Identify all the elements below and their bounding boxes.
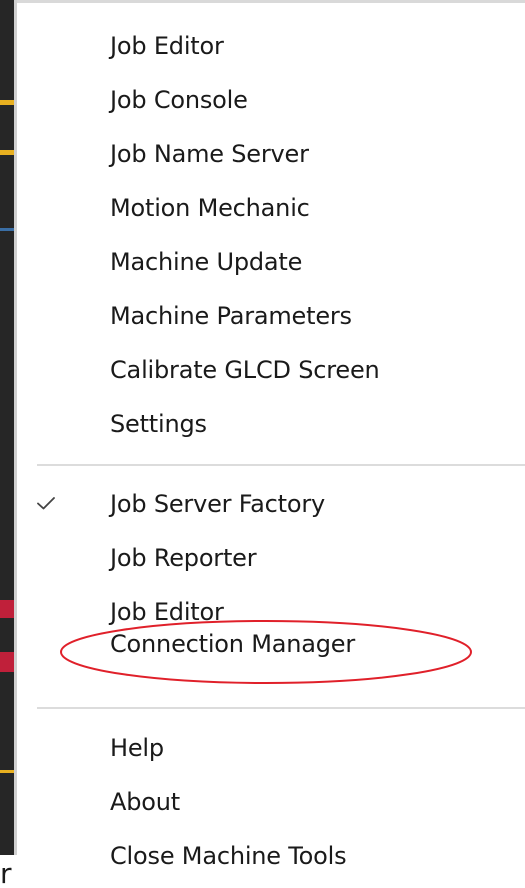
menu-item-label: Job Reporter	[110, 544, 257, 572]
background-text-fragment: r	[0, 857, 12, 888]
background-mark	[0, 228, 14, 231]
menu-item-motion-mechanic[interactable]: Motion Mechanic	[17, 181, 525, 235]
menu-item-calibrate-glcd-screen[interactable]: Calibrate GLCD Screen	[17, 343, 525, 397]
menu-item-close-machine-tools[interactable]: Close Machine Tools	[17, 829, 525, 883]
menu-item-help[interactable]: Help	[17, 721, 525, 775]
menu-item-label: Job Console	[110, 86, 248, 114]
menu-item-machine-update[interactable]: Machine Update	[17, 235, 525, 289]
menu-item-label: About	[110, 788, 180, 816]
menu-item-label: Motion Mechanic	[110, 194, 310, 222]
menu-item-job-console[interactable]: Job Console	[17, 73, 525, 127]
menu-item-job-server-factory[interactable]: Job Server Factory	[17, 477, 525, 531]
context-menu: Job Editor Job Console Job Name Server M…	[17, 3, 525, 888]
context-menu-screenshot: Job Editor Job Console Job Name Server M…	[0, 0, 525, 888]
background-mark	[0, 100, 14, 105]
menu-item-label: Connection Manager	[110, 630, 356, 658]
menu-item-job-editor[interactable]: Job Editor	[17, 19, 525, 73]
menu-item-label: Machine Update	[110, 248, 303, 276]
menu-item-label: Job Server Factory	[110, 490, 326, 518]
menu-item-label: Settings	[110, 410, 207, 438]
menu-item-about[interactable]: About	[17, 775, 525, 829]
menu-item-job-reporter[interactable]: Job Reporter	[17, 531, 525, 585]
menu-item-machine-parameters[interactable]: Machine Parameters	[17, 289, 525, 343]
background-mark	[0, 150, 14, 155]
menu-item-settings[interactable]: Settings	[17, 397, 525, 451]
background-mark	[0, 770, 14, 773]
background-mark	[0, 600, 14, 618]
menu-item-label: Machine Parameters	[110, 302, 352, 330]
menu-separator	[37, 707, 525, 709]
background-window-strip	[0, 0, 14, 855]
menu-item-job-name-server[interactable]: Job Name Server	[17, 127, 525, 181]
menu-item-label: Close Machine Tools	[110, 842, 347, 870]
menu-item-label: Help	[110, 734, 164, 762]
menu-separator	[37, 464, 525, 466]
menu-item-label: Calibrate GLCD Screen	[110, 356, 380, 384]
menu-item-label: Job Editor	[110, 32, 224, 60]
menu-item-label: Job Name Server	[110, 140, 309, 168]
menu-item-connection-manager[interactable]: Connection Manager	[17, 617, 525, 671]
checkmark-icon	[37, 497, 55, 510]
background-mark	[0, 652, 14, 672]
